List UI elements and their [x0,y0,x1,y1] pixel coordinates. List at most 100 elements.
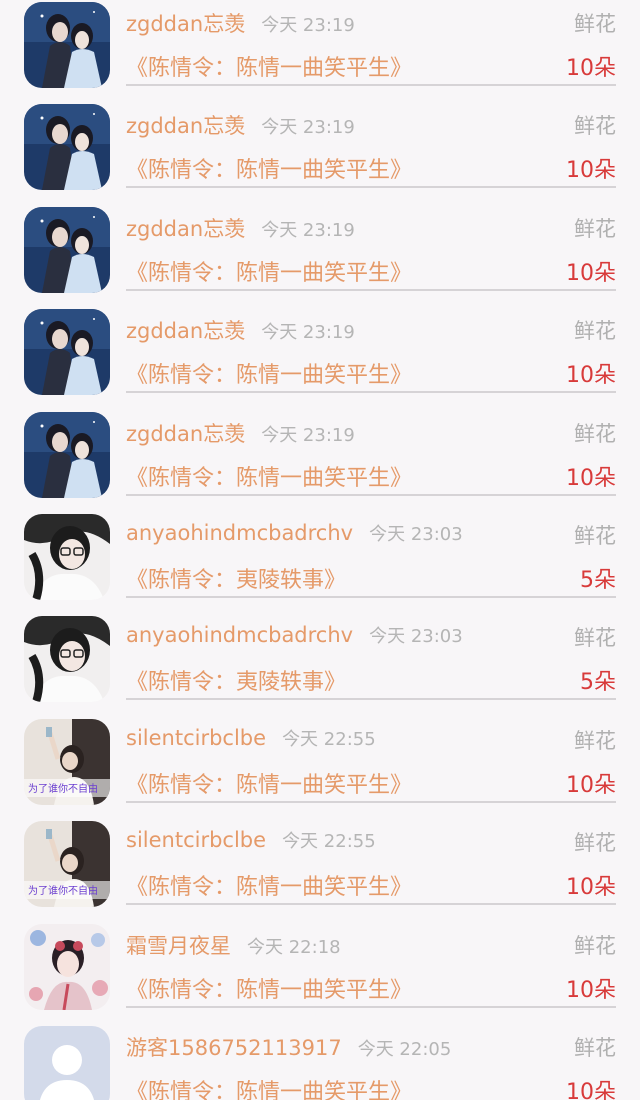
floral-girl-avatar[interactable] [24,923,110,1010]
username[interactable]: zgddan忘羡 今天 23:19 [126,315,355,345]
night-couple-avatar[interactable] [24,2,110,88]
book-title-link[interactable]: 《陈情令：夷陵轶事》 [126,664,346,696]
gift-record-row[interactable]: anyaohindmcbadrchv 今天 23:03 鲜花《陈情令：夷陵轶事》 5朵 [0,614,640,716]
timestamp: 今天 22:55 [282,728,376,750]
drink-girl-avatar: 为了谁你不自由 [24,718,110,805]
username[interactable]: zgddan忘羡 今天 23:19 [126,418,355,448]
timestamp: 今天 22:05 [357,1039,452,1060]
username-text: zgddan忘羡 [126,421,246,446]
row-content: zgddan忘羡 今天 23:19 鲜花 《陈情令：陈情一曲笑平生》 10朵 [126,307,616,394]
glasses-girl-avatar[interactable] [24,616,110,703]
night-couple-avatar[interactable] [24,104,110,191]
book-title-link[interactable]: 《陈情令：陈情一曲笑平生》 [126,460,412,492]
username-text: silentcirbclbe [126,828,267,853]
glasses-girl-avatar [24,514,110,600]
gift-record-row[interactable]: zgddan忘羡 今天 23:19 鲜花《陈情令：陈情一曲笑平生》 10朵 [0,205,640,307]
gift-record-row[interactable]: 游客1586752113917 今天 22:05 鲜花《陈情令：陈情一曲笑平生》 10… [0,1024,640,1100]
drink-girl-avatar[interactable]: 为了谁你不自由 [24,821,110,908]
username-text: 游客1586752113917 [126,1036,342,1060]
book-title-link[interactable]: 《陈情令：陈情一曲笑平生》 [126,255,412,287]
username-text: zgddan忘羡 [126,12,246,36]
timestamp: 今天 23:19 [261,219,355,241]
floral-girl-avatar [24,923,110,1010]
timestamp: 今天 23:19 [261,424,355,446]
row-content: silentcirbclbe 今天 22:55 鲜花 《陈情令：陈情一曲笑平生》 10朵 [126,819,616,906]
row-content: 游客1586752113917 今天 22:05 鲜花《陈情令：陈情一曲笑平生》 10… [126,1024,616,1100]
gift-count: 10朵 [566,465,616,491]
default-user-avatar[interactable] [24,1026,110,1100]
gift-record-row[interactable]: zgddan忘羡 今天 23:19 鲜花 《陈情令：陈情一曲笑平生》 10朵 [0,0,640,102]
username[interactable]: silentcirbclbe 今天 22:55 [126,725,376,751]
gift-record-row[interactable]: zgddan忘羡 今天 23:19 鲜花 《陈情令：陈情一曲笑平生》 10朵 [0,307,640,409]
timestamp: 今天 23:03 [369,626,463,648]
username[interactable]: anyaohindmcbadrchv 今天 23:03 [126,520,463,546]
gift-count: 10朵 [566,1080,616,1100]
username[interactable]: 游客1586752113917 今天 22:05 [126,1032,451,1062]
timestamp: 今天 23:19 [261,15,355,36]
gift-record-row[interactable]: anyaohindmcbadrchv 今天 23:03 鲜花《陈情令：夷陵轶事》 5朵 [0,512,640,614]
username-text: silentcirbclbe [126,725,267,750]
night-couple-avatar [24,309,110,396]
gift-record-row[interactable]: 霜雪月夜星 今天 22:18 鲜花《陈情令：陈情一曲笑平生》 10朵 [0,922,640,1024]
night-couple-avatar[interactable] [24,309,110,396]
book-title-link[interactable]: 《陈情令：陈情一曲笑平生》 [126,152,412,184]
row-content: anyaohindmcbadrchv 今天 23:03 鲜花《陈情令：夷陵轶事》 5朵 [126,614,616,701]
gift-type-label: 鲜花 [574,216,616,241]
night-couple-avatar [24,104,110,191]
svg-text:为了谁你不自由: 为了谁你不自由 [28,782,98,795]
gift-count: 10朵 [566,875,616,901]
username[interactable]: zgddan忘羡 今天 23:19 [126,8,355,38]
night-couple-avatar [24,206,110,293]
username[interactable]: zgddan忘羡 今天 23:19 [126,110,355,140]
row-content: zgddan忘羡 今天 23:19 鲜花《陈情令：陈情一曲笑平生》 10朵 [126,102,616,189]
gift-record-row[interactable]: zgddan忘羡 今天 23:19 鲜花《陈情令：陈情一曲笑平生》 10朵 [0,410,640,512]
username-text: anyaohindmcbadrchv [126,521,354,545]
gift-type-label: 鲜花 [574,524,616,548]
gift-type-label: 鲜花 [574,421,616,446]
row-content: zgddan忘羡 今天 23:19 鲜花《陈情令：陈情一曲笑平生》 10朵 [126,205,616,291]
gift-type-label: 鲜花 [574,1036,616,1060]
gift-record-row[interactable]: zgddan忘羡 今天 23:19 鲜花《陈情令：陈情一曲笑平生》 10朵 [0,102,640,204]
gift-count: 5朵 [580,670,616,696]
gift-type-label: 鲜花 [574,114,616,139]
svg-text:为了谁你不自由: 为了谁你不自由 [28,884,98,897]
book-title-link[interactable]: 《陈情令：陈情一曲笑平生》 [126,767,412,799]
gift-record-list: zgddan忘羡 今天 23:19 鲜花 《陈情令：陈情一曲笑平生》 10朵 zgdda… [0,0,640,1100]
username[interactable]: anyaohindmcbadrchv 今天 23:03 [126,622,463,648]
book-title-link[interactable]: 《陈情令：陈情一曲笑平生》 [126,1074,412,1100]
drink-girl-avatar: 为了谁你不自由 [24,821,110,908]
timestamp: 今天 23:03 [369,524,463,545]
glasses-girl-avatar [24,616,110,703]
gift-record-row[interactable]: 为了谁你不自由 silentcirbclbe 今天 22:55 鲜花 《陈情令：陈情一… [0,717,640,819]
gift-type-label: 鲜花 [574,933,616,958]
book-title-link[interactable]: 《陈情令：陈情一曲笑平生》 [126,869,412,901]
username[interactable]: silentcirbclbe 今天 22:55 [126,827,376,853]
gift-count: 10朵 [566,977,616,1003]
username[interactable]: 霜雪月夜星 今天 22:18 [126,930,341,960]
gift-count: 5朵 [580,568,616,593]
drink-girl-avatar[interactable]: 为了谁你不自由 [24,718,110,805]
gift-type-label: 鲜花 [574,626,616,651]
timestamp: 今天 23:19 [261,117,355,139]
night-couple-avatar[interactable] [24,411,110,498]
username-text: zgddan忘羡 [126,114,246,139]
glasses-girl-avatar[interactable] [24,514,110,600]
username-text: anyaohindmcbadrchv [126,623,354,648]
night-couple-avatar[interactable] [24,206,110,293]
row-content: silentcirbclbe 今天 22:55 鲜花 《陈情令：陈情一曲笑平生》 10朵 [126,717,616,803]
night-couple-avatar [24,411,110,498]
gift-record-row[interactable]: 为了谁你不自由 silentcirbclbe 今天 22:55 鲜花 《陈情令：陈情一… [0,819,640,921]
book-title-link[interactable]: 《陈情令：陈情一曲笑平生》 [126,972,412,1004]
username[interactable]: zgddan忘羡 今天 23:19 [126,213,355,243]
book-title-link[interactable]: 《陈情令：夷陵轶事》 [126,562,346,594]
username-text: 霜雪月夜星 [126,933,231,958]
default-user-avatar [24,1026,110,1100]
timestamp: 今天 22:18 [247,936,341,958]
book-title-link[interactable]: 《陈情令：陈情一曲笑平生》 [126,357,412,389]
book-title-link[interactable]: 《陈情令：陈情一曲笑平生》 [126,50,412,82]
gift-count: 10朵 [566,158,616,184]
row-content: anyaohindmcbadrchv 今天 23:03 鲜花《陈情令：夷陵轶事》 5朵 [126,512,616,598]
gift-count: 10朵 [566,772,616,798]
row-content: zgddan忘羡 今天 23:19 鲜花 《陈情令：陈情一曲笑平生》 10朵 [126,0,616,86]
gift-count: 10朵 [566,260,616,286]
